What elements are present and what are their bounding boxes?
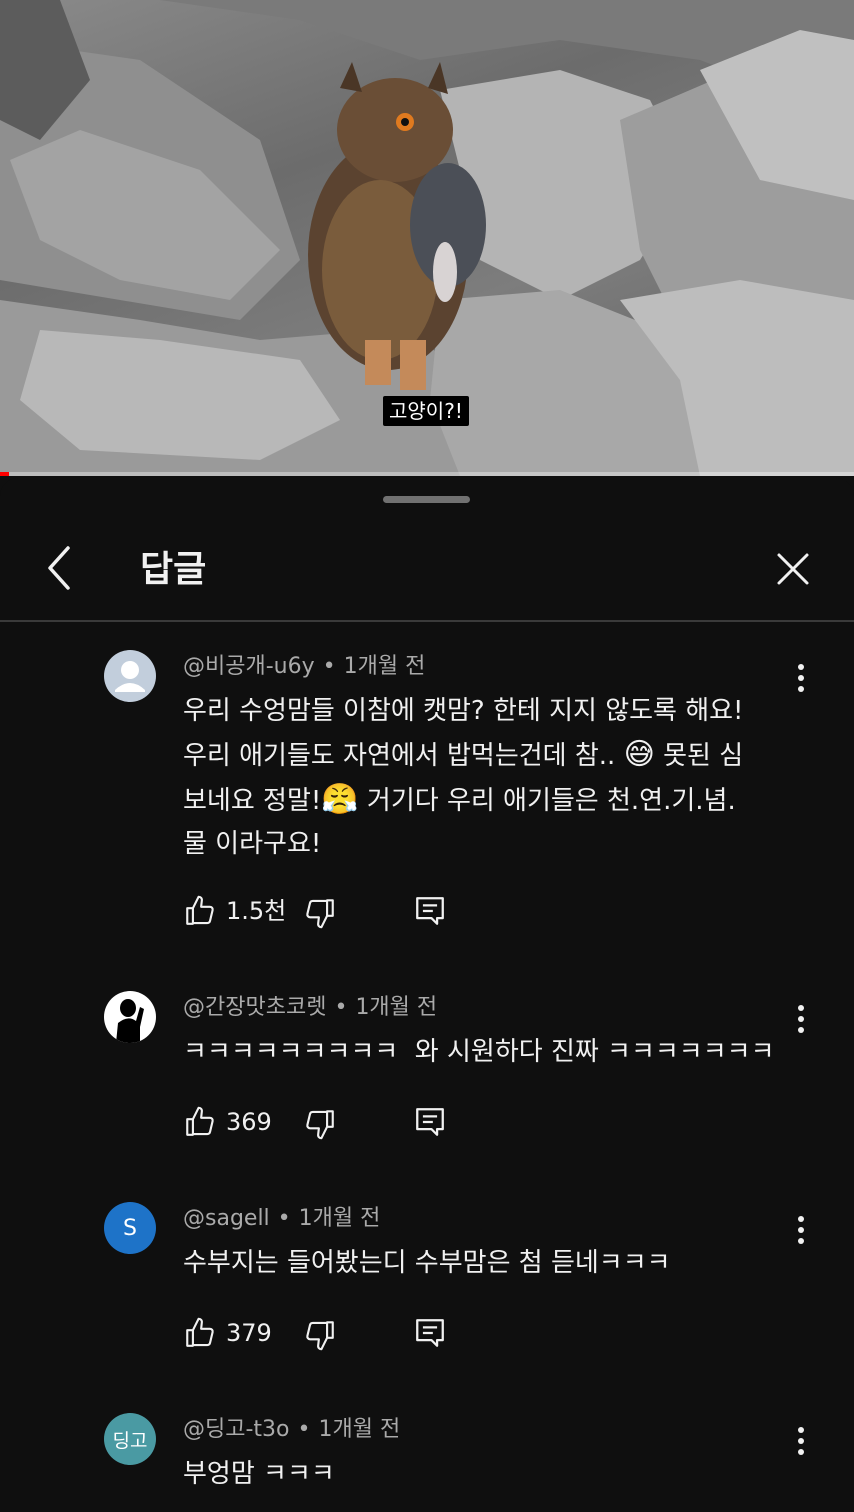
video-progress-fill [0,472,9,476]
comment-actions: 369 [183,1105,483,1145]
like-button[interactable] [183,1316,217,1350]
like-button[interactable] [183,894,217,928]
comment-actions: 379 [183,1316,483,1356]
video-progress-bar[interactable] [0,472,854,476]
comment-text-line: 우리 수엉맘들 이참에 캣맘? 한테 지지 않도록 해요! [183,696,744,726]
thumbs-down-icon [306,1321,334,1351]
like-count: 369 [226,1108,272,1136]
video-subtitle: 고양이?! [383,396,469,426]
close-icon [777,553,809,585]
avatar-letter: S [123,1215,137,1241]
reply-button[interactable] [413,1316,447,1350]
dislike-button[interactable] [303,896,337,930]
comment-reply-icon [416,1319,444,1347]
avatar[interactable] [104,650,156,702]
chevron-left-icon [48,546,70,590]
avatar[interactable]: 딩고 [104,1413,156,1465]
comment-author[interactable]: @비공개-u6y [183,654,315,679]
sheet-title: 답글 [140,549,207,590]
thumbs-up-icon [186,1317,214,1347]
comment-text-segment: 못된 심 [663,741,744,771]
dislike-button[interactable] [303,1107,337,1141]
comment-text: ㅋㅋㅋㅋㅋㅋㅋㅋㅋ 와 시원하다 진짜 ㅋㅋㅋㅋㅋㅋㅋ [183,1037,775,1067]
comment-item: S @sagell • 1개월 전 수부지는 들어봤는디 수부맘은 첨 듣네ㅋㅋㅋ … [0,1202,854,1392]
comment-text-segment: 보네요 정말! [183,786,322,816]
comment-meta: @비공개-u6y • 1개월 전 [183,654,426,679]
sweat-smile-emoji-icon: 😅 [623,737,655,772]
comment-time: 1개월 전 [343,654,426,679]
comment-meta: @딩고-t3o • 1개월 전 [183,1417,401,1442]
like-button[interactable] [183,1105,217,1139]
replies-sheet: 답글 @비공개-u6y • 1개월 전 우리 수엉맘들 이참에 캣맘? 한테 지지 … [0,478,854,1512]
thumbs-up-icon [186,1106,214,1136]
sheet-header: 답글 [0,518,854,620]
comment-author[interactable]: @sagell [183,1206,270,1231]
comment-item: 딩고 @딩고-t3o • 1개월 전 부엉맘 ㅋㅋㅋ [0,1413,854,1512]
comment-text-segment: 거기다 우리 애기들은 천.연.기.념. [366,786,736,816]
comment-actions: 1.5천 [183,894,483,934]
avatar[interactable]: S [104,1202,156,1254]
thumbs-up-icon [186,895,214,925]
comment-item: @비공개-u6y • 1개월 전 우리 수엉맘들 이참에 캣맘? 한테 지지 않도록… [0,650,854,970]
dislike-button[interactable] [303,1318,337,1352]
comment-time: 1개월 전 [298,1206,381,1231]
reply-button[interactable] [413,894,447,928]
comment-text-line: 보네요 정말!😤 거기다 우리 애기들은 천.연.기.념. [183,778,803,823]
silhouette-avatar-icon [116,999,144,1043]
like-count: 379 [226,1319,272,1347]
triumph-face-emoji-icon: 😤 [321,782,359,817]
comment-text-line: 물 이라구요! [183,829,322,859]
close-button[interactable] [768,544,818,594]
comment-text-line: 우리 애기들도 자연에서 밥먹는건데 참.. 😅 못된 심 [183,733,803,778]
comment-reply-icon [416,897,444,925]
comment-text: 수부지는 들어봤는디 수부맘은 첨 듣네ㅋㅋㅋ [183,1248,671,1278]
comment-author[interactable]: @딩고-t3o [183,1417,290,1442]
avatar-letter: 딩고 [112,1429,148,1452]
comment-text: 부엉맘 ㅋㅋㅋ [183,1459,335,1489]
reply-button[interactable] [413,1105,447,1139]
comment-reply-icon [416,1108,444,1136]
comment-author[interactable]: @간장맛초코렛 [183,995,326,1020]
back-button[interactable] [36,542,84,594]
header-divider [0,620,854,622]
video-player[interactable]: 고양이?! [0,0,854,476]
comment-text: 우리 수엉맘들 이참에 캣맘? 한테 지지 않도록 해요! 우리 애기들도 자연… [183,690,803,866]
comment-text-segment: 우리 애기들도 자연에서 밥먹는건데 참.. [183,741,616,771]
thumbs-down-icon [306,899,334,929]
comment-meta: @간장맛초코렛 • 1개월 전 [183,995,438,1020]
comment-time: 1개월 전 [318,1417,401,1442]
avatar[interactable] [104,991,156,1043]
drag-handle[interactable] [383,496,470,503]
comment-meta: @sagell • 1개월 전 [183,1206,381,1231]
comment-time: 1개월 전 [355,995,438,1020]
comment-item: @간장맛초코렛 • 1개월 전 ㅋㅋㅋㅋㅋㅋㅋㅋㅋ 와 시원하다 진짜 ㅋㅋㅋㅋㅋㅋ… [0,991,854,1181]
thumbs-down-icon [306,1110,334,1140]
like-count: 1.5천 [226,897,287,925]
default-person-icon [115,661,145,692]
